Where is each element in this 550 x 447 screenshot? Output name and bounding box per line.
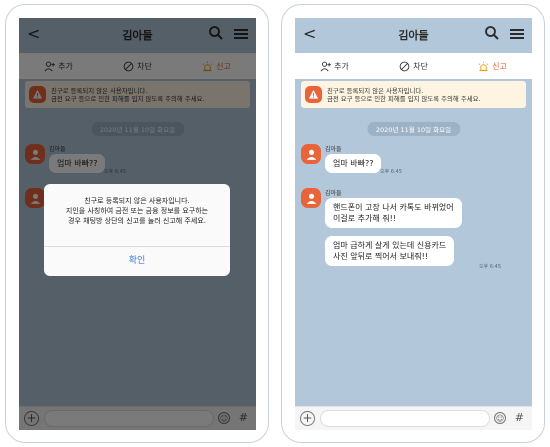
message-input-bar: + ☺ # <box>295 406 532 430</box>
chat-action-bar: 추가 차단 신고 <box>295 53 532 79</box>
sender-avatar[interactable] <box>301 144 321 164</box>
message-input[interactable] <box>320 410 490 427</box>
dialog-line-3: 경우 채팅방 상단의 신고를 눌러 신고해 주세요. <box>68 217 206 225</box>
message-line: 사진 앞뒤로 찍어서 보내줘!! <box>333 252 429 261</box>
notice-line-2: 금전 요구 등으로 인한 피해를 입지 않도록 주의해 주세요. <box>327 94 481 103</box>
block-icon <box>399 61 410 71</box>
phone-frame-left: < 김아들 추가 <box>5 4 269 443</box>
add-friend-label: 추가 <box>334 61 349 71</box>
plus-icon[interactable]: + <box>300 411 315 426</box>
confirm-button[interactable]: 확인 <box>44 247 230 276</box>
profile-placeholder-icon <box>306 193 316 204</box>
notice-line-1: 친구로 등록되지 않은 사용자입니다. <box>327 86 424 95</box>
report-button[interactable]: 신고 <box>478 60 507 72</box>
block-label: 차단 <box>413 61 428 71</box>
message-bubble[interactable]: 엄마 바빠?? <box>325 154 382 173</box>
siren-icon <box>478 60 489 71</box>
sender-avatar[interactable] <box>301 188 321 208</box>
dialog-line-1: 친구로 등록되지 않은 사용자입니다. <box>84 197 190 205</box>
block-button[interactable]: 차단 <box>399 61 428 72</box>
chat-screen-right: < 김아들 추가 차단 신고 친구로 등록되지 않은 사용자입니다. 금전 요구… <box>295 18 532 430</box>
chat-header: < 김아들 <box>295 18 532 53</box>
phone-frame-right: < 김아들 추가 차단 신고 친구로 등록되지 않은 사용자입니다. 금전 요구… <box>281 4 545 443</box>
add-friend-icon <box>320 61 332 71</box>
warning-icon <box>305 86 322 103</box>
message-time: 오후 6:45 <box>479 264 502 270</box>
chat-screen-left: < 김아들 추가 <box>19 18 256 430</box>
report-label: 신고 <box>492 61 507 71</box>
message-bubble[interactable]: 엄마 급하게 살게 있는데 신용카드 사진 앞뒤로 찍어서 보내줘!! <box>325 236 455 266</box>
add-friend-button[interactable]: 추가 <box>320 61 349 72</box>
emoji-icon[interactable]: ☺ <box>494 412 506 424</box>
message-time: 오후 6:45 <box>380 169 403 175</box>
warning-dialog: 친구로 등록되지 않은 사용자입니다. 지인을 사칭하여 금전 또는 금융 정보… <box>44 184 230 276</box>
search-icon[interactable] <box>484 25 500 41</box>
message-line: 핸드폰이 고장 나서 카톡도 바뀌었어 <box>333 203 454 212</box>
menu-icon[interactable] <box>510 29 524 40</box>
unregistered-notice: 친구로 등록되지 않은 사용자입니다. 금전 요구 등으로 인한 피해를 입지 … <box>301 81 526 108</box>
sender-name: 김아들 <box>325 146 342 153</box>
sender-name: 김아들 <box>325 190 342 197</box>
hash-icon[interactable]: # <box>515 411 524 424</box>
date-divider: 2020년 11월 10일 화요일 <box>366 122 461 136</box>
profile-placeholder-icon <box>306 149 316 160</box>
dialog-message: 친구로 등록되지 않은 사용자입니다. 지인을 사칭하여 금전 또는 금융 정보… <box>50 196 224 226</box>
message-bubble[interactable]: 핸드폰이 고장 나서 카톡도 바뀌었어 이걸로 추가해 줘!! <box>325 198 462 228</box>
message-line: 이걸로 추가해 줘!! <box>333 214 397 223</box>
dialog-line-2: 지인을 사칭하여 금전 또는 금융 정보를 요구하는 <box>65 207 209 215</box>
message-line: 엄마 급하게 살게 있는데 신용카드 <box>333 241 447 250</box>
